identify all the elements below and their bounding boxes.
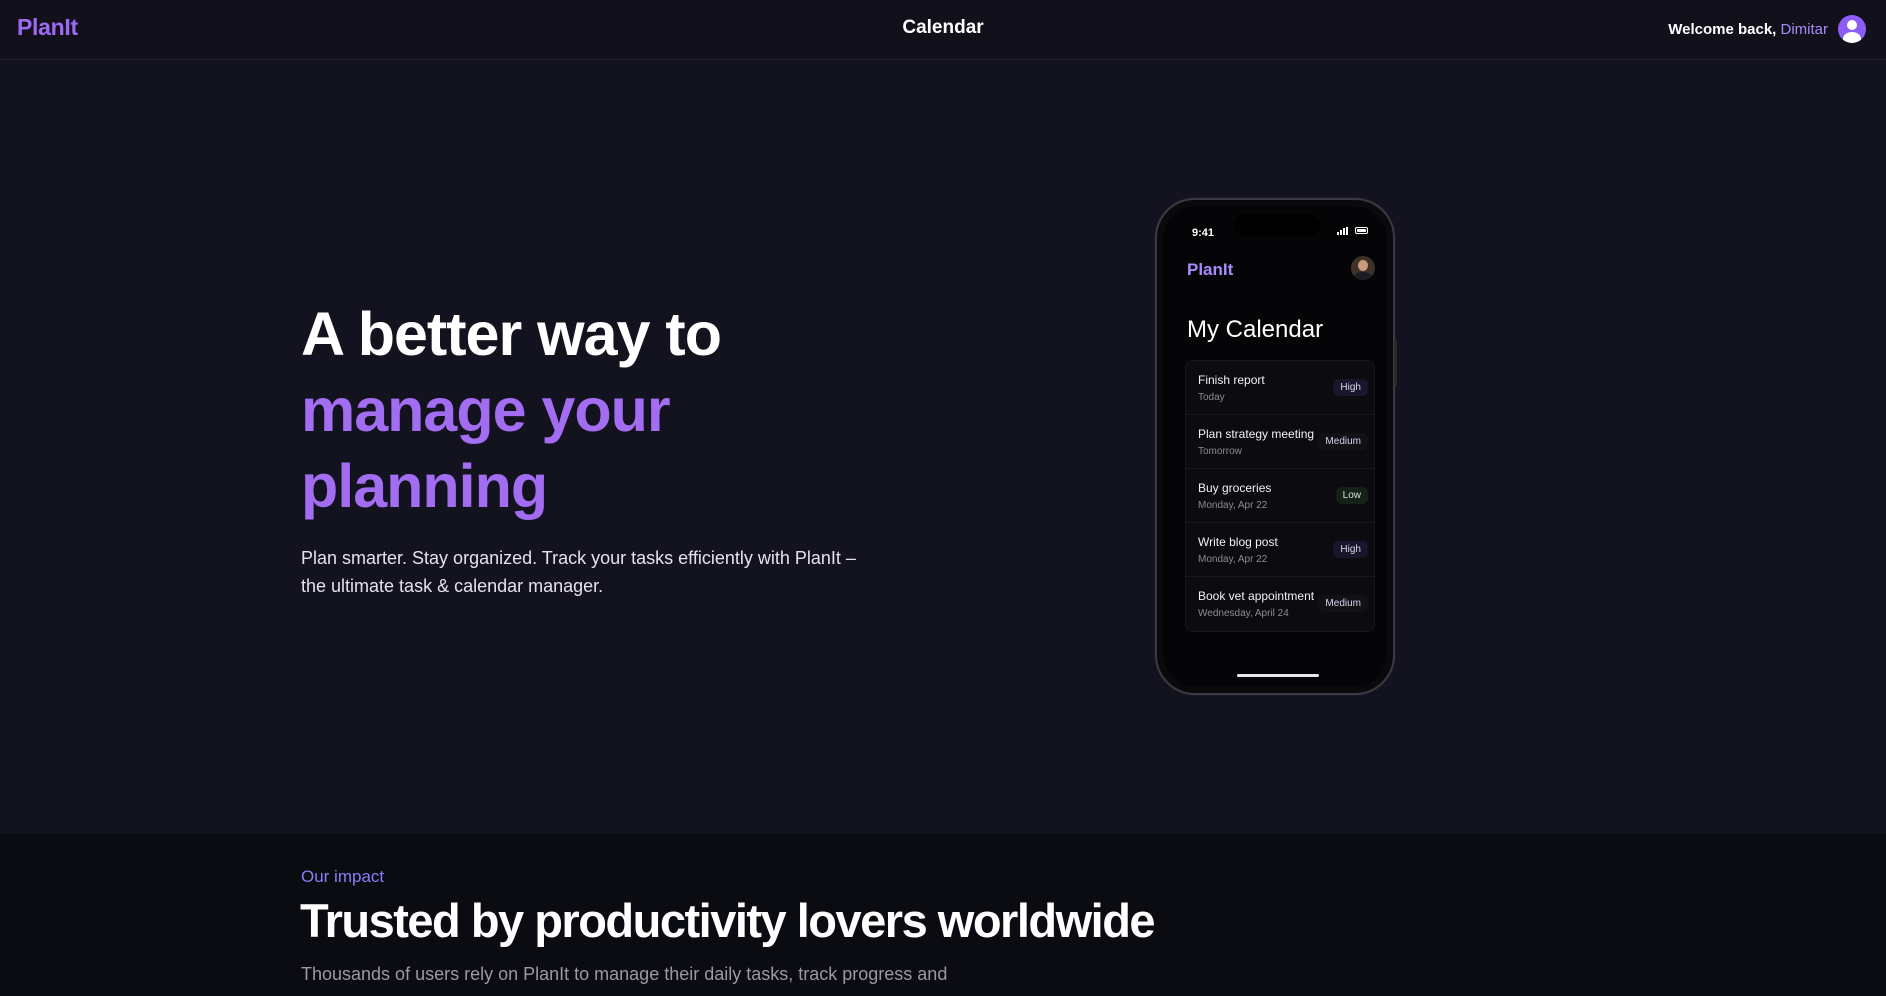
welcome-label: Welcome back, [1668,20,1777,38]
app-heading: My Calendar [1187,316,1324,343]
priority-badge: High [1333,379,1368,396]
task-item: Buy groceries Monday, Apr 22 Low [1186,469,1374,523]
signal-icon [1337,227,1348,235]
task-item: Finish report Today High [1186,361,1374,415]
impact-subtitle: Thousands of users rely on PlanIt to man… [301,964,948,984]
task-item: Write blog post Monday, Apr 22 High [1186,523,1374,577]
user-menu[interactable]: Welcome back, Dimitar [1668,14,1866,44]
status-time: 9:41 [1192,227,1215,239]
app-logo: PlanIt [1187,260,1234,279]
priority-badge: High [1333,541,1368,558]
user-avatar-icon[interactable] [1838,15,1866,43]
battery-icon [1355,227,1368,234]
user-name: Dimitar [1780,20,1829,38]
impact-section: Our impact Trusted by productivity lover… [0,833,1886,996]
priority-badge: Medium [1318,433,1368,450]
task-list: Finish report Today High Plan strategy m… [1185,360,1375,632]
hero-title-line-1: A better way to [301,300,722,368]
logo-link[interactable]: PlanIt [17,14,78,41]
app-avatar [1351,256,1375,280]
home-indicator [1237,674,1319,677]
welcome-text: Welcome back, Dimitar [1668,21,1828,38]
impact-title: Trusted by productivity lovers worldwide [300,894,1156,947]
priority-badge: Medium [1318,595,1368,612]
hero-subtitle: Plan smarter. Stay organized. Track your… [301,548,856,596]
phone-screen: 9:41 PlanIt My Calendar Finish report To… [1163,206,1387,687]
hero-title: A better way to manage your planning [301,296,722,524]
hero-title-line-3: planning [301,452,548,520]
task-item: Book vet appointment Wednesday, April 24… [1186,577,1374,631]
top-navbar: PlanIt Calendar Welcome back, Dimitar [0,0,1886,60]
phone-mockup: 9:41 PlanIt My Calendar Finish report To… [1155,198,1397,695]
task-item: Plan strategy meeting Tomorrow Medium [1186,415,1374,469]
priority-badge: Low [1335,487,1368,504]
hero-title-line-2: manage your [301,376,671,444]
phone-side-button [1394,340,1397,386]
nav-title-calendar[interactable]: Calendar [902,17,983,38]
impact-eyebrow: Our impact [301,867,385,886]
phone-notch [1234,214,1320,236]
